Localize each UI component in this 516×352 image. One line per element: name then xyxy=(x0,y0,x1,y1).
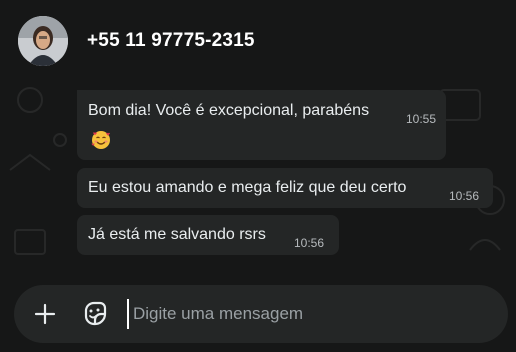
contact-avatar[interactable] xyxy=(18,16,68,66)
smiling-face-with-hearts-icon xyxy=(91,131,110,149)
chat-window: +55 11 97775-2315 Bom dia! Você é excepc… xyxy=(0,0,516,352)
message-bubble[interactable]: Bom dia! Você é excepcional, parabéns 10… xyxy=(77,90,446,160)
sticker-button[interactable] xyxy=(80,298,110,328)
sticker-icon xyxy=(84,301,107,326)
plus-icon xyxy=(34,303,56,325)
message-bubble[interactable]: Eu estou amando e mega feliz que deu cer… xyxy=(77,168,493,208)
message-text: Bom dia! Você é excepcional, parabéns xyxy=(88,102,370,119)
contact-name[interactable]: +55 11 97775-2315 xyxy=(87,30,255,52)
chat-header[interactable]: +55 11 97775-2315 xyxy=(0,0,516,82)
message-time: 10:55 xyxy=(406,112,437,126)
profile-photo-icon xyxy=(18,16,68,66)
message-text: Eu estou amando e mega feliz que deu cer… xyxy=(88,179,407,196)
message-time: 10:56 xyxy=(449,189,480,203)
message-composer xyxy=(14,285,508,343)
message-time: 10:56 xyxy=(294,236,325,250)
message-input[interactable] xyxy=(127,299,493,329)
attach-button[interactable] xyxy=(30,299,60,329)
message-text: Já está me salvando rsrs xyxy=(88,226,266,243)
message-bubble[interactable]: Já está me salvando rsrs 10:56 xyxy=(77,215,339,255)
